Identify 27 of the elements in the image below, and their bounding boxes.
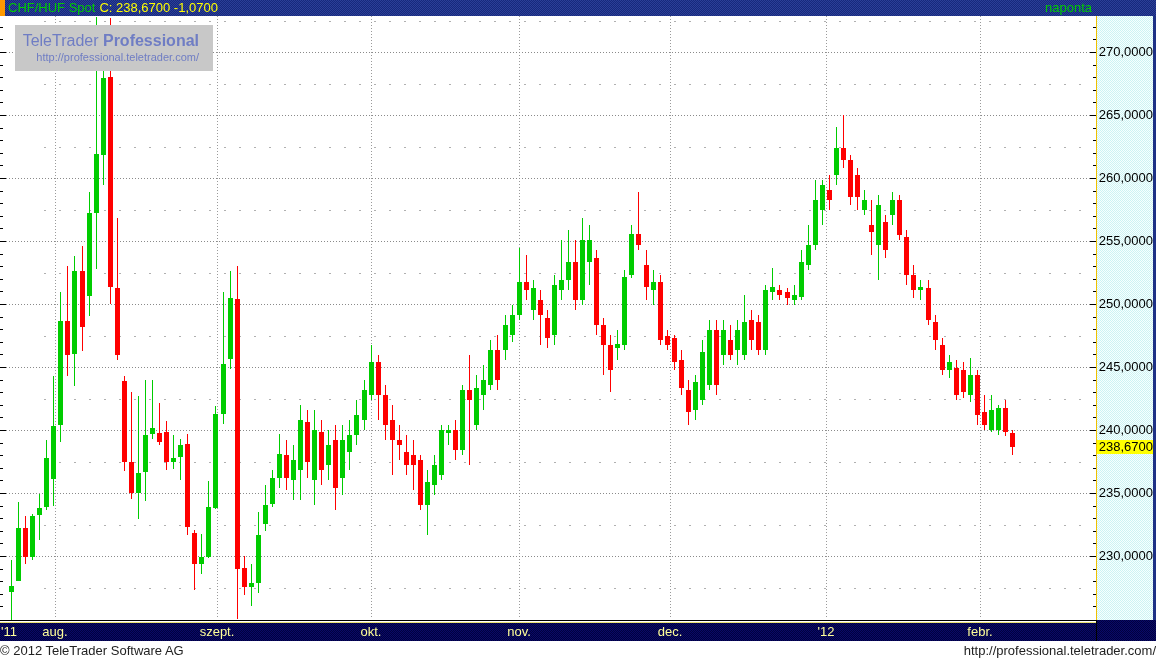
y-axis-label: 270,0000: [1098, 45, 1153, 59]
axis-corner-panel: [1096, 620, 1156, 641]
symbol-label: CHF/HUF Spot: [8, 0, 96, 16]
y-axis-label: 235,0000: [1098, 486, 1153, 500]
header-accent-icon: [0, 0, 5, 16]
x-axis-label: '12: [817, 624, 835, 639]
y-axis-label: 250,0000: [1098, 297, 1153, 311]
y-axis-label: 260,0000: [1098, 171, 1153, 185]
x-axis-label: okt.: [360, 624, 382, 639]
quote-label: C: 238,6700 -1,0700: [99, 0, 218, 16]
y-axis-label: 240,0000: [1098, 423, 1153, 437]
y-axis-label: 265,0000: [1098, 108, 1153, 122]
logo-title: TeleTrader Professional: [22, 31, 199, 50]
y-axis-label: 230,0000: [1098, 549, 1153, 563]
x-axis-label: szept.: [199, 624, 235, 639]
logo-url: http://professional.teletrader.com/: [36, 50, 199, 64]
y-axis-label: 245,0000: [1098, 360, 1153, 374]
x-axis-label: '11: [1, 624, 17, 639]
copyright-text: © 2012 TeleTrader Software AG: [0, 642, 184, 658]
x-axis-label: febr.: [967, 624, 993, 639]
interval-label: naponta: [1045, 0, 1092, 16]
x-axis-label: aug.: [42, 624, 68, 639]
last-price-label: 238,6700: [1097, 440, 1153, 454]
x-axis-label: nov.: [507, 624, 531, 639]
x-axis-label: dec.: [657, 624, 683, 639]
y-axis-label: 255,0000: [1098, 234, 1153, 248]
footer-url-text: http://professional.teletrader.com/: [963, 642, 1156, 658]
